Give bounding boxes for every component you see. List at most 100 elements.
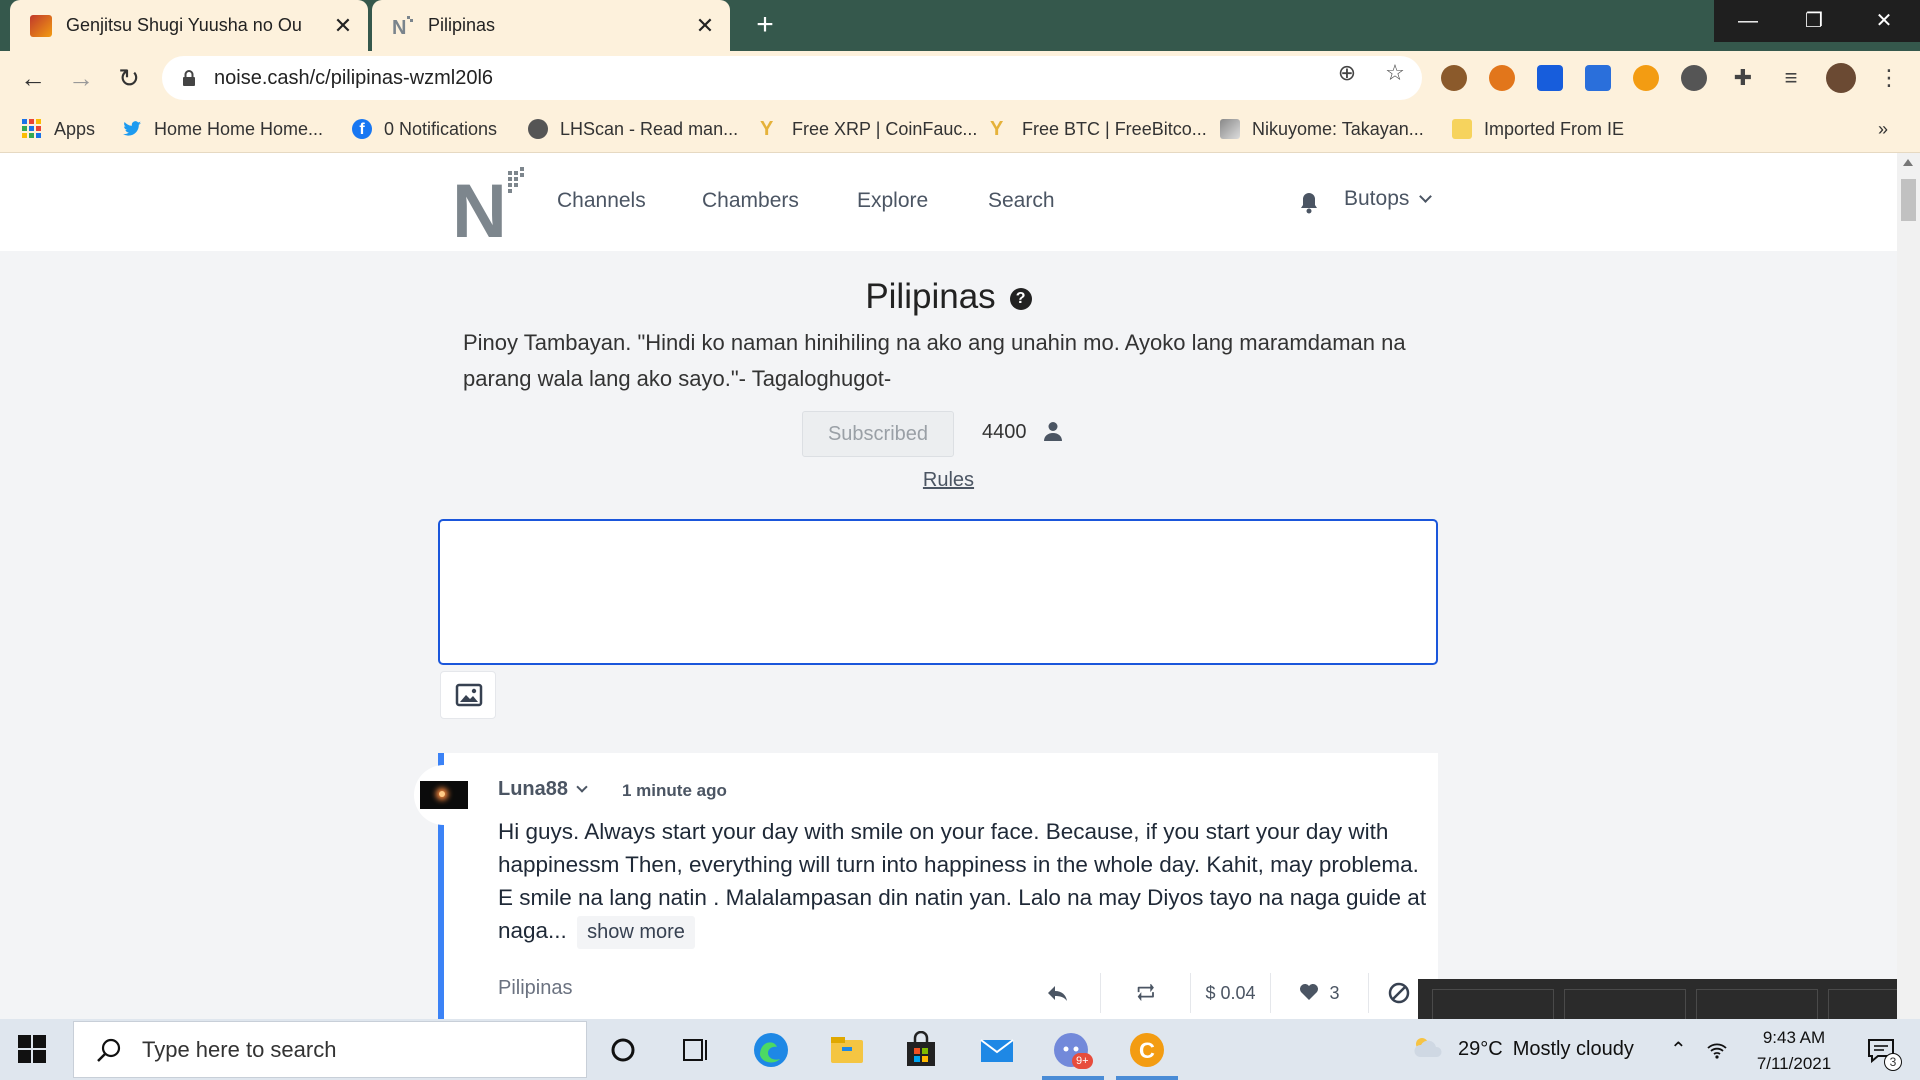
user-menu[interactable]: Butops (1344, 187, 1433, 211)
task-view-icon[interactable] (676, 1031, 714, 1069)
nav-search[interactable]: Search (988, 189, 1055, 213)
new-tab-button[interactable]: + (748, 8, 782, 42)
bookmark-coinfaucet[interactable]: Y Free XRP | CoinFauc... (760, 105, 977, 153)
page-scrollbar[interactable] (1897, 153, 1920, 1019)
cookie-extension-icon[interactable] (1441, 65, 1467, 91)
minimize-icon[interactable]: — (1720, 0, 1776, 42)
url-text: noise.cash/c/pilipinas-wzml20l6 (214, 66, 494, 89)
menu-kebab-icon[interactable]: ⋮ (1876, 65, 1902, 91)
show-more-button[interactable]: show more (577, 916, 695, 949)
post-timestamp[interactable]: 1 minute ago (622, 781, 727, 801)
post-author-name[interactable]: Luna88 (498, 778, 568, 800)
system-clock[interactable]: 9:43 AM 7/11/2021 (1724, 1025, 1864, 1077)
weather-widget[interactable]: 29°C Mostly cloudy (1412, 1019, 1634, 1080)
rules-link[interactable]: Rules (0, 469, 1897, 492)
bookmark-facebook[interactable]: f 0 Notifications (352, 105, 497, 153)
store-icon[interactable] (902, 1030, 940, 1069)
lock-icon (182, 70, 196, 86)
notification-count-badge: 3 (1884, 1053, 1902, 1071)
like-button[interactable]: 3 (1270, 973, 1368, 1013)
bookmark-star-icon[interactable]: ☆ (1382, 60, 1408, 86)
bookmark-lhscan[interactable]: LHScan - Read man... (528, 105, 738, 153)
image-icon (455, 683, 483, 707)
subscribed-button[interactable]: Subscribed (802, 411, 954, 457)
mail-icon[interactable] (978, 1031, 1016, 1069)
channel-description: Pinoy Tambayan. "Hindi ko naman hinihili… (463, 330, 1406, 391)
twitter-icon (122, 119, 142, 139)
file-explorer-icon[interactable] (828, 1031, 866, 1069)
nav-chambers[interactable]: Chambers (702, 189, 799, 213)
cortana-icon[interactable] (604, 1031, 642, 1069)
overlay-cell (1432, 989, 1554, 1019)
scroll-up-arrow-icon[interactable] (1903, 159, 1913, 166)
avatar[interactable] (416, 767, 472, 823)
extensions-puzzle-icon[interactable]: ✚ (1730, 65, 1756, 91)
overlay-toolbar (1418, 979, 1920, 1019)
tab-pilipinas[interactable]: N Pilipinas ✕ (372, 0, 730, 51)
bookmarks-bar: Apps Home Home Home... f 0 Notifications… (0, 105, 1920, 153)
scrollbar-thumb[interactable] (1901, 179, 1916, 221)
bookmark-twitter[interactable]: Home Home Home... (122, 105, 323, 153)
reply-icon[interactable] (1032, 973, 1082, 1013)
rules-link-text[interactable]: Rules (923, 469, 974, 491)
manga-site-favicon-icon (30, 14, 52, 37)
taskbar-search-input[interactable]: Type here to search (73, 1021, 587, 1078)
bookmark-nikuyome[interactable]: Nikuyome: Takayan... (1220, 105, 1424, 153)
post-author[interactable]: Luna88 (498, 778, 588, 801)
back-arrow-icon[interactable]: ← (16, 61, 50, 95)
window-close-icon[interactable]: ✕ (1856, 0, 1912, 42)
windows-start-icon[interactable] (18, 1035, 46, 1063)
tab-genjitsu[interactable]: Genjitsu Shugi Yuusha no Ou ✕ (10, 0, 368, 51)
subscriber-count: 4400 (982, 421, 1027, 443)
bookmark-imported-ie[interactable]: Imported From IE (1452, 105, 1624, 153)
chevron-down-icon[interactable] (576, 781, 588, 793)
bookmark-label: Imported From IE (1484, 118, 1625, 139)
media-queue-icon[interactable]: ≡ (1778, 65, 1804, 91)
windows-taskbar: Type here to search 9+ C 29°C Mostly clo… (0, 1019, 1920, 1080)
bell-icon[interactable] (1298, 191, 1320, 215)
attach-image-button[interactable] (440, 671, 496, 719)
forward-arrow-icon[interactable]: → (64, 61, 98, 95)
restore-icon[interactable]: ❐ (1786, 0, 1842, 42)
noise-cash-logo[interactable]: N (452, 165, 530, 254)
help-icon[interactable]: ? (1009, 287, 1032, 310)
overlay-cell (1564, 989, 1686, 1019)
bolt-extension-icon[interactable] (1681, 65, 1707, 91)
apps-grid-icon (22, 119, 42, 139)
bookmark-label: Free BTC | FreeBitco... (1022, 118, 1207, 139)
bookmark-label: Apps (54, 118, 96, 139)
coin-extension-icon[interactable] (1633, 65, 1659, 91)
chevron-down-icon (1419, 190, 1433, 203)
nav-explore[interactable]: Explore (857, 189, 928, 213)
close-icon[interactable]: ✕ (326, 13, 360, 39)
svg-text:N: N (392, 17, 406, 37)
add-to-page-icon[interactable]: ⊕ (1334, 60, 1360, 86)
close-icon[interactable]: ✕ (688, 13, 722, 39)
browser-tab-strip: Genjitsu Shugi Yuusha no Ou ✕ N Pilipina… (0, 0, 1920, 51)
person-icon (1044, 421, 1062, 441)
bookmark-freebitco[interactable]: Y Free BTC | FreeBitco... (990, 105, 1207, 153)
tip-amount[interactable]: $ 0.04 (1190, 973, 1270, 1013)
profile-avatar[interactable] (1826, 63, 1856, 93)
like-count: 3 (1329, 982, 1340, 1003)
reload-icon[interactable]: ↻ (112, 61, 146, 95)
bookmark-label: LHScan - Read man... (560, 118, 739, 139)
metamask-extension-icon[interactable] (1489, 65, 1515, 91)
nav-channels[interactable]: Channels (557, 189, 646, 213)
address-bar[interactable]: noise.cash/c/pilipinas-wzml20l6 (162, 56, 1422, 100)
bookmark-label: 0 Notifications (384, 118, 498, 139)
weather-desc: Mostly cloudy (1512, 1038, 1634, 1060)
wallet-extension-icon[interactable] (1585, 65, 1611, 91)
edge-browser-icon[interactable] (752, 1031, 790, 1069)
faucet-icon: Y (760, 118, 774, 140)
show-hidden-icons-chevron-icon[interactable]: ⌃ (1670, 1019, 1687, 1080)
post-channel-link[interactable]: Pilipinas (498, 977, 572, 1000)
bitwarden-extension-icon[interactable] (1537, 65, 1563, 91)
noise-cash-app-icon[interactable]: C (1128, 1031, 1166, 1069)
channel-title: Pilipinas? (0, 277, 1897, 317)
more-bookmarks-chevron-icon[interactable]: » (1878, 105, 1888, 153)
bookmark-apps[interactable]: Apps (22, 105, 95, 153)
avatar-glow (439, 791, 445, 797)
post-composer-input[interactable] (438, 519, 1438, 665)
repost-icon[interactable] (1100, 973, 1190, 1013)
